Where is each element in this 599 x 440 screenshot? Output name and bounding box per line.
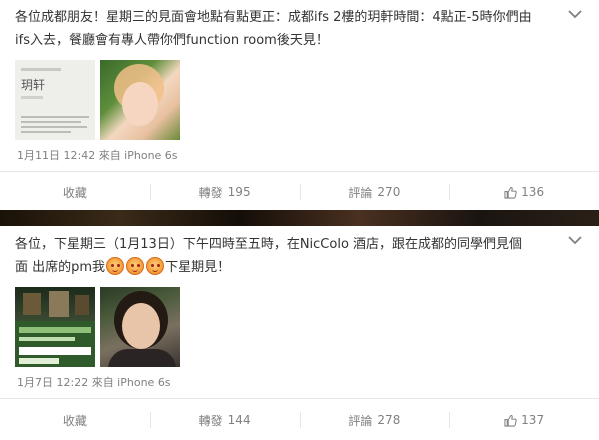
like-count: 136	[521, 185, 545, 199]
repost-button[interactable]: 轉發 144	[149, 402, 300, 438]
thumbs-up-icon	[504, 414, 517, 427]
collect-label: 收藏	[62, 413, 87, 428]
emoji-icon	[146, 257, 165, 275]
post-meta: 1月11日 12:42 來自 iPhone 6s	[17, 149, 178, 162]
collect-label: 收藏	[62, 185, 87, 200]
background-strip	[0, 210, 599, 226]
post-text: 各位，下星期三（1月13日）下午四時至五時，在NicColo 酒店，跟在成都的同…	[15, 233, 563, 279]
action-bar: 收藏 轉發 144 評論 278 137	[0, 402, 599, 438]
repost-button[interactable]: 轉發 195	[149, 174, 300, 210]
emoji-icon	[106, 257, 125, 275]
post-text-part-b: 下星期見！	[165, 260, 231, 275]
comment-label: 評論	[348, 185, 373, 200]
like-count: 137	[521, 413, 545, 427]
weibo-post-2: 各位，下星期三（1月13日）下午四時至五時，在NicColo 酒店，跟在成都的同…	[0, 226, 599, 440]
comment-label: 評論	[348, 413, 373, 428]
divider	[0, 171, 599, 172]
divider	[0, 398, 599, 399]
repost-count: 144	[227, 413, 251, 427]
thumbnail-hotel-photo[interactable]	[15, 287, 95, 367]
emoji-icon	[126, 257, 145, 275]
post-text-line-1: 各位成都朋友！星期三的見面會地點有點更正：成都ifs 2樓的玥軒時間：4點正-5…	[15, 10, 532, 25]
thumbnail-card-title: 玥轩	[21, 78, 46, 92]
post-text-part-a: 面 出席的pm我	[15, 260, 106, 275]
comment-count: 270	[377, 185, 401, 199]
chevron-down-icon[interactable]	[567, 234, 583, 246]
comment-button[interactable]: 評論 270	[299, 174, 450, 210]
weibo-post-1: 各位成都朋友！星期三的見面會地點有點更正：成都ifs 2樓的玥軒時間：4點正-5…	[0, 0, 599, 210]
like-button[interactable]: 137	[449, 402, 599, 438]
post-text-line-2: 面 出席的pm我 下星期見！	[15, 256, 563, 279]
comment-count: 278	[377, 413, 401, 427]
repost-count: 195	[227, 185, 251, 199]
post-meta: 1月7日 12:22 來自 iPhone 6s	[17, 376, 171, 389]
thumbnail-portrait-photo[interactable]	[100, 287, 180, 367]
post-text-line-1: 各位，下星期三（1月13日）下午四時至五時，在NicColo 酒店，跟在成都的同…	[15, 237, 523, 252]
post-text: 各位成都朋友！星期三的見面會地點有點更正：成都ifs 2樓的玥軒時間：4點正-5…	[15, 6, 563, 52]
collect-button[interactable]: 收藏	[0, 402, 150, 438]
comment-button[interactable]: 評論 278	[299, 402, 450, 438]
repost-label: 轉發	[198, 185, 223, 200]
like-button[interactable]: 136	[449, 174, 599, 210]
thumbnail-portrait-photo[interactable]	[100, 60, 180, 140]
chevron-down-icon[interactable]	[567, 8, 583, 20]
thumbnail-menu-card[interactable]: 玥轩	[15, 60, 95, 140]
repost-label: 轉發	[198, 413, 223, 428]
action-bar: 收藏 轉發 195 評論 270 136	[0, 174, 599, 210]
collect-button[interactable]: 收藏	[0, 174, 150, 210]
thumbs-up-icon	[504, 186, 517, 199]
post-text-line-2: ifs入去，餐廳會有專人帶你們function room後天見！	[15, 33, 329, 48]
